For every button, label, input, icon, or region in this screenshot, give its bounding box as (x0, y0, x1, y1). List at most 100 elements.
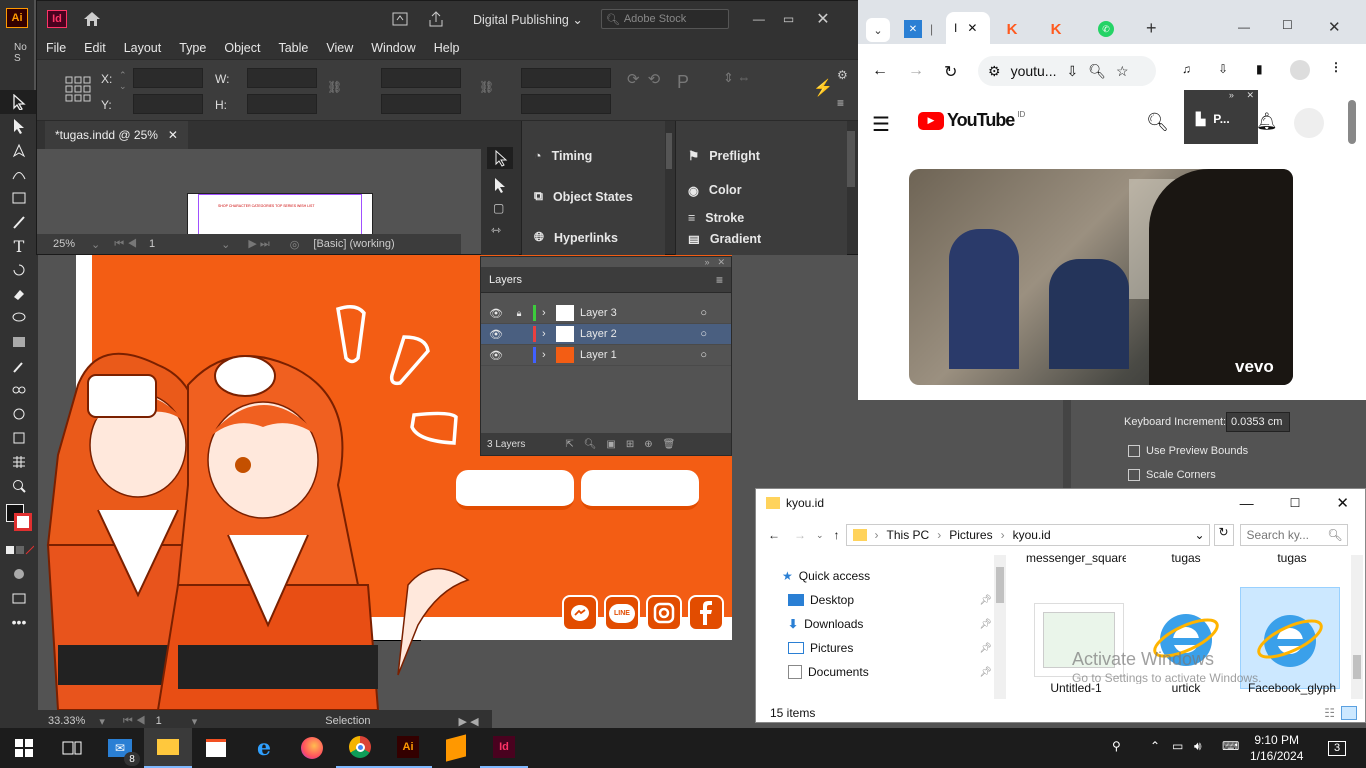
menu-view[interactable]: View (317, 41, 362, 55)
selection-tool[interactable] (0, 90, 38, 114)
people-icon[interactable]: ⚲ (1112, 739, 1121, 753)
panel-scrollbar[interactable] (666, 133, 672, 169)
target-icon[interactable]: ○ (700, 307, 707, 319)
notifications-bell-icon[interactable]: 🔔︎ (1256, 112, 1278, 132)
battery-icon[interactable]: ▭ (1172, 739, 1183, 753)
gear-icon[interactable]: ⚙ (837, 68, 848, 82)
task-view-icon[interactable] (48, 728, 96, 768)
menu-layout[interactable]: Layout (115, 41, 171, 55)
minimize-button[interactable]: — (753, 12, 765, 26)
details-view-icon[interactable]: ☷ (1324, 706, 1335, 720)
explorer-search-input[interactable]: Search ky... 🔍︎ (1239, 524, 1348, 546)
pin-icon[interactable]: 📌︎ (979, 643, 992, 654)
hamburger-menu-icon[interactable]: ☰ (872, 112, 890, 137)
x-field[interactable] (133, 68, 203, 88)
preflight-panel-tab[interactable]: ⚑ Preflight (676, 135, 847, 176)
clock[interactable]: 9:10 PM 1/16/2024 (1250, 732, 1303, 764)
gap-tool[interactable]: ⇿ (491, 223, 501, 237)
h-field[interactable] (247, 94, 317, 114)
site-info-icon[interactable]: ⚙ (988, 63, 1001, 80)
zoom-icon[interactable]: 🔍︎ (1088, 63, 1106, 80)
maximize-button[interactable]: ☐ (1282, 18, 1293, 32)
chevron-right-icon[interactable]: › (542, 328, 556, 340)
edge-icon[interactable]: e (240, 728, 288, 768)
more-tools-icon[interactable]: ••• (0, 610, 38, 634)
collapse-icon[interactable]: » (1229, 90, 1234, 100)
rotate-tool[interactable] (0, 258, 38, 282)
download-icon[interactable]: ⇩ (1218, 62, 1228, 76)
page-tool[interactable]: ▢ (493, 201, 504, 215)
blend-tool[interactable] (0, 378, 38, 402)
adobe-stock-search[interactable]: 🔍︎ Adobe Stock (600, 9, 729, 29)
tab-search-icon[interactable]: ⌄ (866, 18, 890, 42)
nav-scrollbar[interactable] (994, 555, 1006, 699)
eye-icon[interactable]: 👁︎ (481, 307, 511, 320)
workspace-switcher[interactable]: Digital Publishing ⌄ (473, 12, 583, 27)
direct-selection-tool[interactable] (0, 114, 38, 138)
layer-name[interactable]: Layer 2 (580, 328, 617, 340)
scale-corners-option[interactable]: Scale Corners (1128, 469, 1216, 481)
rotate-buttons[interactable]: ⟳⟲ (627, 70, 668, 88)
document-tab[interactable]: *tugas.indd @ 25% ✕ (45, 121, 188, 149)
nav-desktop[interactable]: Desktop 📌︎ (788, 593, 992, 607)
layer-row-2[interactable]: 👁︎ › Layer 2 ○ (481, 324, 731, 345)
recent-dropdown-icon[interactable]: ⌄ (816, 530, 824, 541)
collapse-icon[interactable]: » (704, 257, 709, 267)
address-dropdown-icon[interactable]: ⌄ (1194, 528, 1204, 542)
chevron-right-icon[interactable]: › (542, 307, 556, 319)
pin-icon[interactable]: 📌︎ (979, 667, 992, 678)
page-first-icon[interactable]: ⏮ ◀ (114, 238, 137, 251)
eye-icon[interactable]: 👁︎ (481, 328, 511, 341)
reload-icon[interactable]: ↻ (944, 62, 957, 82)
forward-icon[interactable]: → (794, 528, 806, 542)
constrain-scale-icon[interactable]: ⛓ (479, 80, 494, 94)
menu-help[interactable]: Help (425, 41, 469, 55)
color-mode-buttons[interactable] (0, 538, 38, 562)
address-bar[interactable]: ⚙ youtu... ⇩ 🔍︎ ☆ (978, 56, 1156, 86)
status-page[interactable]: 1 (156, 715, 162, 727)
use-preview-bounds-option[interactable]: Use Preview Bounds (1128, 445, 1248, 457)
home-icon[interactable] (83, 11, 101, 27)
file-name[interactable]: messenger_square (1026, 551, 1126, 581)
status-arrow-icon[interactable]: ▶ ◀ (459, 715, 479, 728)
timing-panel-tab[interactable]: ◔ Timing (522, 135, 665, 176)
menu-icon[interactable]: ⋮ (1330, 60, 1342, 74)
pen-tool[interactable] (0, 138, 38, 162)
scale-corners-checkbox[interactable] (1128, 469, 1140, 481)
whatsapp-tab-icon[interactable]: ✆ (1098, 21, 1114, 37)
scale-x-field[interactable] (381, 68, 461, 88)
target-icon[interactable]: ○ (700, 349, 707, 361)
bookmark-star-icon[interactable]: ☆ (1116, 63, 1129, 80)
direct-selection-tool[interactable] (493, 177, 507, 196)
up-icon[interactable]: ↑ (834, 528, 840, 542)
constrain-proportions-icon[interactable]: ⛓ (327, 80, 342, 94)
file-explorer-taskbar-icon[interactable] (144, 728, 192, 768)
keyboard-icon[interactable]: ⌨ (1222, 739, 1239, 753)
store-icon[interactable] (192, 728, 240, 768)
refresh-icon[interactable]: ↻ (1213, 524, 1234, 546)
search-icon[interactable]: 🔍︎ (1146, 112, 1169, 133)
media-icon[interactable]: ♫ (1182, 62, 1191, 76)
publish-online-icon[interactable] (391, 11, 409, 27)
address-breadcrumb[interactable]: › This PC › Pictures › kyou.id ⌄ (845, 524, 1210, 546)
menu-file[interactable]: File (37, 41, 75, 55)
menu-table[interactable]: Table (269, 41, 317, 55)
minimize-button[interactable]: — (1240, 495, 1254, 511)
pref-scrollbar[interactable] (1063, 400, 1071, 490)
breadcrumb-pictures[interactable]: Pictures (949, 528, 992, 542)
back-icon[interactable]: ← (872, 62, 888, 80)
tab-favicon-k[interactable]: K (1004, 20, 1020, 38)
rectangle-tool[interactable] (0, 186, 38, 210)
screen-mode-icon[interactable] (0, 586, 38, 610)
video-player[interactable]: vevo (909, 169, 1293, 385)
eraser-tool[interactable] (0, 282, 38, 306)
slice-tool[interactable] (0, 450, 38, 474)
menu-object[interactable]: Object (215, 41, 269, 55)
close-button[interactable]: ✕ (1336, 494, 1349, 512)
scale-y-field[interactable] (381, 94, 461, 114)
install-icon[interactable]: ⇩ (1066, 63, 1078, 80)
side-panel-icon[interactable]: ▮ (1256, 62, 1263, 76)
active-tab[interactable]: I ✕ (946, 12, 990, 44)
nav-pictures[interactable]: Pictures 📌︎ (788, 641, 992, 655)
file-name[interactable]: tugas (1242, 551, 1342, 565)
